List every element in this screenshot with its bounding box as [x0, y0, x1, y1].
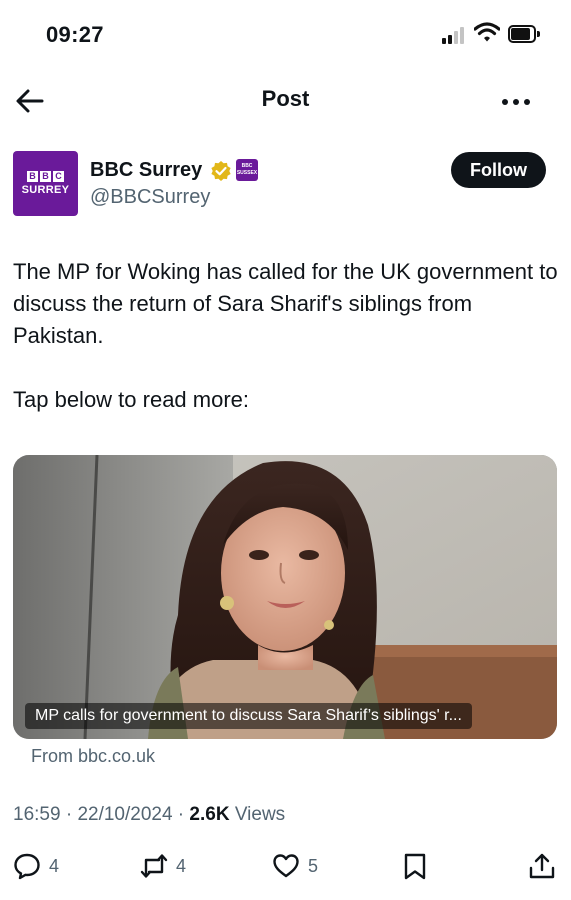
post-meta: 16:59 · 22/10/2024 · 2.6K Views [13, 804, 286, 825]
card-source[interactable]: From bbc.co.uk [31, 746, 155, 767]
author-handle[interactable]: @BBCSurrey [90, 186, 210, 209]
affiliate-badge[interactable]: BBC SUSSEX [236, 159, 258, 181]
reply-button[interactable]: 4 [13, 850, 59, 882]
cellular-signal-icon [442, 26, 470, 44]
repost-button[interactable]: 4 [140, 850, 186, 882]
reply-icon [14, 853, 40, 880]
reply-count: 4 [49, 855, 60, 876]
author-name[interactable]: BBC Surrey [90, 159, 202, 182]
share-icon [529, 853, 555, 879]
avatar-label: SURREY [21, 184, 70, 196]
wifi-icon [474, 22, 500, 42]
like-count: 5 [308, 855, 319, 876]
bbc-logo: B B C SURREY [13, 171, 78, 196]
post-time[interactable]: 16:59 [13, 804, 61, 825]
like-button[interactable]: 5 [272, 850, 318, 882]
page-title: Post [261, 86, 310, 111]
views-count: 2.6K [189, 804, 230, 825]
avatar[interactable]: B B C SURREY [13, 151, 78, 216]
card-caption: MP calls for government to discuss Sara … [25, 703, 472, 729]
repost-icon [140, 854, 168, 878]
share-button[interactable] [528, 850, 556, 882]
bookmark-icon [404, 853, 426, 880]
post-date[interactable]: 22/10/2024 [77, 804, 172, 825]
follow-button[interactable]: Follow [451, 152, 546, 188]
bookmark-button[interactable] [401, 850, 429, 882]
tweet-paragraph-2: Tap below to read more: [13, 387, 250, 412]
link-card[interactable]: MP calls for government to discuss Sara … [13, 455, 557, 739]
status-time: 09:27 [46, 22, 104, 47]
verified-badge-icon[interactable] [210, 160, 232, 182]
heart-icon [273, 854, 299, 878]
views-label: Views [229, 804, 286, 825]
post-header: Post [0, 78, 571, 124]
tweet-text: The MP for Woking has called for the UK … [13, 256, 563, 416]
more-horizontal-icon[interactable] [498, 88, 534, 114]
tweet-paragraph-1: The MP for Woking has called for the UK … [13, 259, 558, 348]
battery-icon [508, 25, 540, 43]
status-bar: 09:27 [0, 0, 571, 70]
action-bar: 4 4 5 [0, 846, 571, 886]
repost-count: 4 [176, 855, 187, 876]
card-photo [13, 455, 557, 739]
